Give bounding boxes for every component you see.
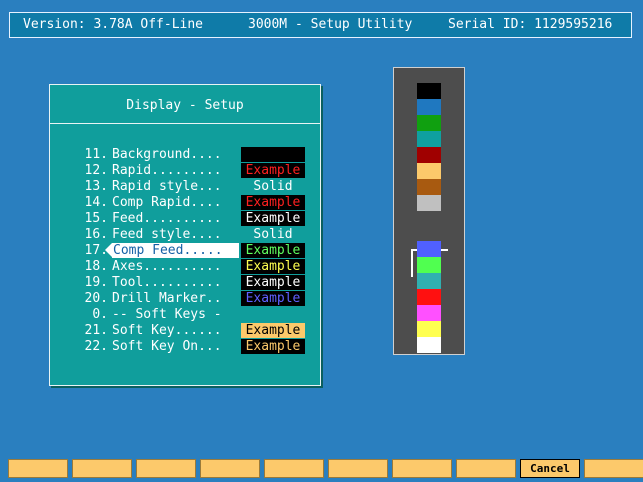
setting-number: 11. xyxy=(84,147,108,162)
color-swatch[interactable] xyxy=(417,305,441,321)
setting-number: 15. xyxy=(84,211,108,226)
setting-value: Example xyxy=(241,291,305,306)
setting-label[interactable]: -- Soft Keys - xyxy=(112,307,222,322)
setting-label[interactable]: Rapid......... xyxy=(112,163,222,178)
softkey-blank[interactable] xyxy=(264,459,324,478)
color-swatch[interactable] xyxy=(417,337,441,353)
setting-label[interactable]: Drill Marker.. xyxy=(112,291,222,306)
softkey-blank[interactable] xyxy=(72,459,132,478)
setting-label[interactable]: Background.... xyxy=(112,147,222,162)
color-swatch[interactable] xyxy=(417,289,441,305)
setting-value: Solid xyxy=(253,179,293,194)
setting-row[interactable]: 18. Axes.......... Example xyxy=(50,259,320,275)
setting-row[interactable]: 12. Rapid......... Example xyxy=(50,163,320,179)
setting-number: 16. xyxy=(84,227,108,242)
setting-number: 21. xyxy=(84,323,108,338)
panel-divider xyxy=(50,123,320,124)
setting-value: Example xyxy=(241,211,305,226)
setting-row[interactable]: 19. Tool.......... Example xyxy=(50,275,320,291)
color-swatch[interactable] xyxy=(417,131,441,147)
title-bar: Version: 3.78A Off-Line 3000M - Setup Ut… xyxy=(9,12,632,38)
setting-number: 13. xyxy=(84,179,108,194)
setting-number: 20. xyxy=(84,291,108,306)
softkey-blank[interactable] xyxy=(584,459,643,478)
setting-number: 12. xyxy=(84,163,108,178)
setting-value: Example xyxy=(241,163,305,178)
version-label: Version: 3.78A Off-Line xyxy=(23,17,204,32)
softkey-blank[interactable] xyxy=(328,459,388,478)
color-swatch[interactable] xyxy=(417,179,441,195)
app-title: 3000M - Setup Utility xyxy=(248,17,413,32)
color-swatch[interactable] xyxy=(417,115,441,131)
setting-row[interactable]: 13. Rapid style... Solid xyxy=(50,179,320,195)
softkey-blank[interactable] xyxy=(8,459,68,478)
color-swatch[interactable] xyxy=(417,195,441,211)
setting-number: 22. xyxy=(84,339,108,354)
setting-label[interactable]: Feed.......... xyxy=(112,211,222,226)
setting-value: Example xyxy=(241,275,305,290)
setting-value: Example xyxy=(241,243,305,258)
setting-number: 19. xyxy=(84,275,108,290)
setting-number: 0. xyxy=(92,307,108,322)
selection-arrow-icon xyxy=(105,243,112,257)
softkey-cancel[interactable]: Cancel xyxy=(520,459,580,478)
panel-title: Display - Setup xyxy=(126,98,244,113)
setting-label[interactable]: Tool.......... xyxy=(112,275,222,290)
setting-row[interactable]: 17. Comp Feed..... Example xyxy=(50,243,320,259)
serial-id-label: Serial ID: 1129595216 xyxy=(448,17,613,32)
setting-number: 17. xyxy=(84,243,108,258)
display-setup-panel: Display - Setup 11. Background.... 12. Rapi… xyxy=(49,84,321,386)
setting-label[interactable]: Soft Key On... xyxy=(112,339,222,354)
setting-label[interactable]: Axes.......... xyxy=(112,259,222,274)
color-swatch[interactable] xyxy=(417,321,441,337)
softkey-blank[interactable] xyxy=(392,459,452,478)
setting-value: Example xyxy=(241,323,305,338)
setting-value: Example xyxy=(241,339,305,354)
setting-number: 18. xyxy=(84,259,108,274)
color-palette xyxy=(393,67,465,355)
setting-label[interactable]: Soft Key...... xyxy=(112,323,222,338)
setting-label[interactable]: Feed style.... xyxy=(112,227,222,242)
color-swatch[interactable] xyxy=(417,273,441,289)
setting-row[interactable]: 22. Soft Key On... Example xyxy=(50,339,320,355)
color-swatch[interactable] xyxy=(417,241,441,257)
softkey-bar: Cancel xyxy=(8,459,643,479)
setting-row[interactable]: 20. Drill Marker.. Example xyxy=(50,291,320,307)
setting-label[interactable]: Comp Feed..... xyxy=(112,243,239,258)
softkey-blank[interactable] xyxy=(136,459,196,478)
setting-row[interactable]: 16. Feed style.... Solid xyxy=(50,227,320,243)
setting-label[interactable]: Rapid style... xyxy=(112,179,222,194)
color-swatch[interactable] xyxy=(417,99,441,115)
setup-screen: Version: 3.78A Off-Line 3000M - Setup Ut… xyxy=(0,0,643,482)
setting-number: 14. xyxy=(84,195,108,210)
setting-value xyxy=(241,307,305,322)
setting-row[interactable]: 15. Feed.......... Example xyxy=(50,211,320,227)
softkey-blank[interactable] xyxy=(456,459,516,478)
setting-row[interactable]: 14. Comp Rapid.... Example xyxy=(50,195,320,211)
setting-value xyxy=(241,147,305,162)
setting-value: Solid xyxy=(253,227,293,242)
setting-label[interactable]: Comp Rapid.... xyxy=(112,195,222,210)
softkey-blank[interactable] xyxy=(200,459,260,478)
color-swatch[interactable] xyxy=(417,163,441,179)
setting-row[interactable]: 11. Background.... xyxy=(50,147,320,163)
setting-row[interactable]: 0. -- Soft Keys - xyxy=(50,307,320,323)
color-swatch[interactable] xyxy=(417,83,441,99)
setting-list: 11. Background.... 12. Rapid......... Exampl… xyxy=(50,147,320,355)
setting-value: Example xyxy=(241,259,305,274)
setting-value: Example xyxy=(241,195,305,210)
setting-row[interactable]: 21. Soft Key...... Example xyxy=(50,323,320,339)
color-swatch[interactable] xyxy=(417,257,441,273)
color-swatch[interactable] xyxy=(417,147,441,163)
